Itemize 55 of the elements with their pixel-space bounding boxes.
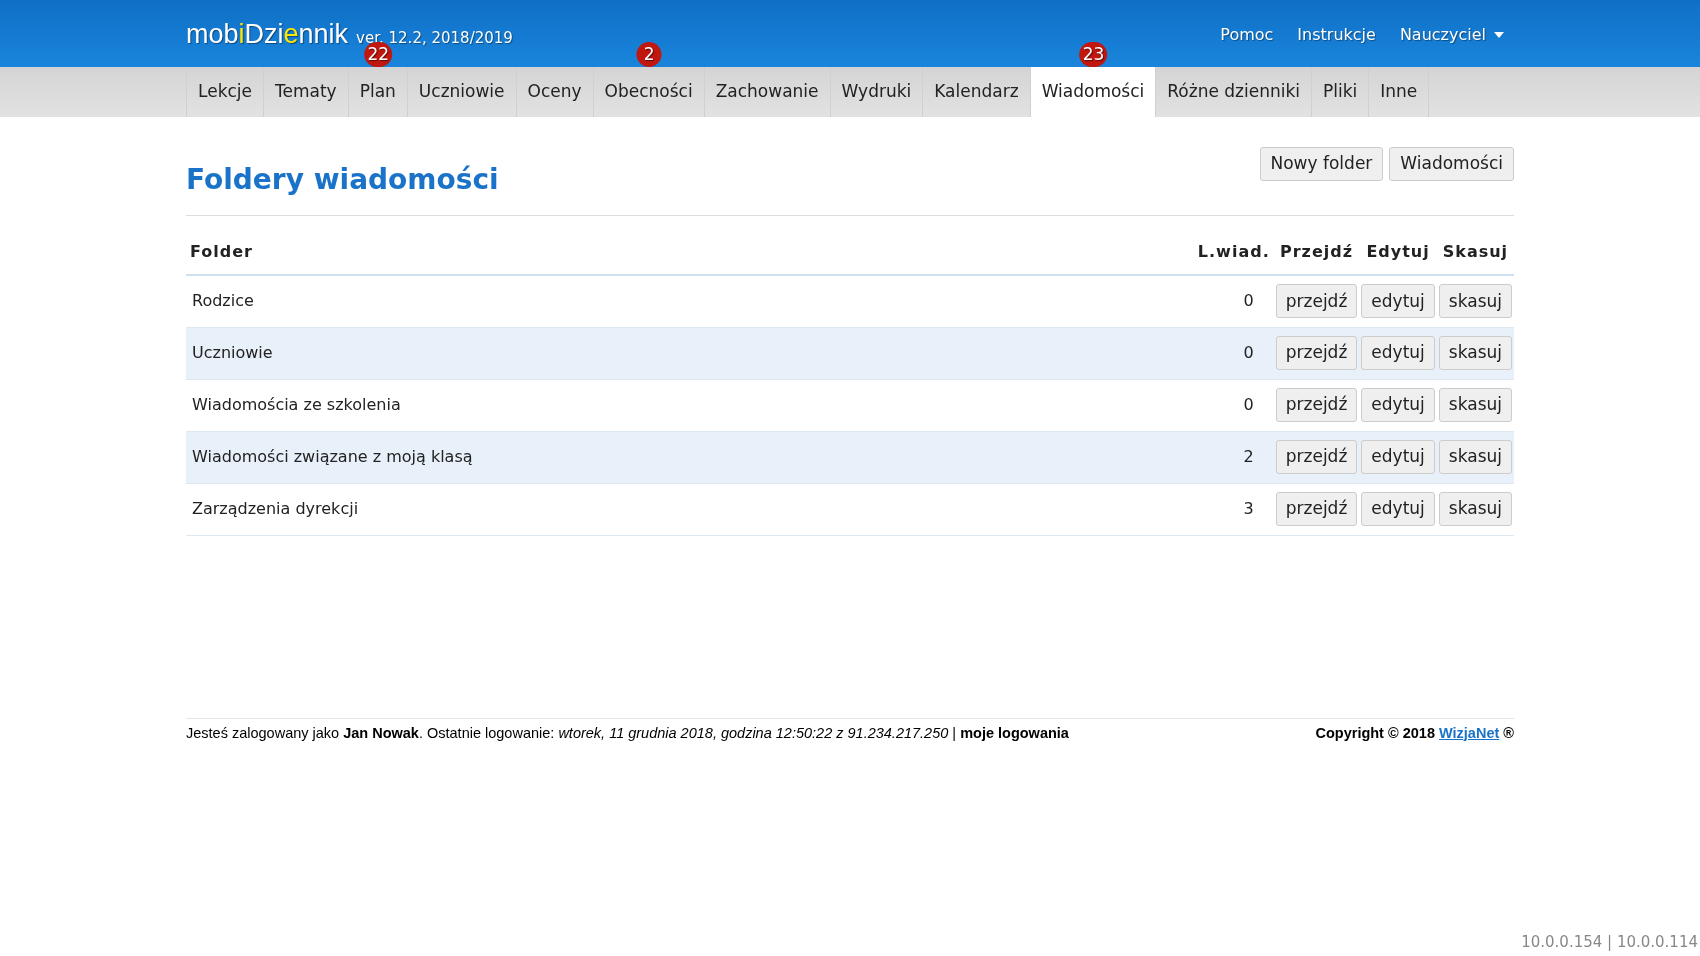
row-action-button[interactable]: przejdź — [1275, 440, 1358, 474]
company-link[interactable]: WizjaNet — [1439, 724, 1500, 741]
nav-tab[interactable]: Obecności — [593, 67, 705, 117]
user-menu[interactable]: Nauczyciel — [1399, 23, 1504, 47]
toolbar-button[interactable]: Wiadomości — [1389, 147, 1514, 181]
row-action-button[interactable]: przejdź — [1275, 492, 1358, 526]
row-action-button[interactable]: edytuj — [1361, 284, 1435, 319]
login-info-text: Jesteś zalogowany jako Jan Nowak. Ostatnie logowanie: wtorek, 11 grudnia 2018, godzina 12:50:22 z 91.234.217.250 | moje logowania — [186, 723, 1069, 743]
row-action-button[interactable]: skasuj — [1438, 336, 1512, 370]
message-count: 0 — [1243, 395, 1254, 414]
folder-name: Zarządzenia dyrekcji — [192, 499, 359, 518]
row-action-button[interactable]: edytuj — [1361, 336, 1435, 370]
message-count: 0 — [1243, 343, 1254, 362]
nav-tab[interactable]: Wiadomości — [1030, 67, 1157, 117]
row-action-button[interactable]: edytuj — [1361, 440, 1435, 474]
folder-name: Wiadomości związane z moją klasą — [192, 447, 473, 466]
folder-name: Wiadomościa ze szkolenia — [192, 395, 401, 414]
message-count: 0 — [1243, 291, 1254, 311]
row-action-button[interactable]: skasuj — [1438, 284, 1512, 319]
column-header: Edytuj — [1359, 230, 1437, 275]
column-header: L.wiad. — [1193, 230, 1274, 275]
caret-icon — [1494, 32, 1504, 38]
nav-tab[interactable]: Różne dzienniki — [1156, 67, 1313, 117]
nav-tab[interactable]: Inne — [1369, 67, 1430, 117]
toolbar-button[interactable]: Nowy folder — [1259, 147, 1384, 181]
server-info-text: 10.0.0.154 | 10.0.0.114 — [1521, 931, 1698, 953]
nav-tab[interactable]: Kalendarz — [923, 67, 1031, 117]
message-count: 2 — [1243, 447, 1254, 466]
row-action-button[interactable]: skasuj — [1438, 440, 1512, 474]
nav-tab[interactable]: Pliki — [1312, 67, 1370, 117]
nav-tab[interactable]: Oceny — [516, 67, 594, 117]
row-action-button[interactable]: edytuj — [1361, 492, 1435, 526]
row-action-button[interactable]: przejdź — [1275, 284, 1358, 319]
column-header: Folder — [186, 230, 1194, 275]
row-action-button[interactable]: edytuj — [1361, 388, 1435, 422]
row-action-button[interactable]: skasuj — [1438, 388, 1512, 422]
nav-tab[interactable]: Tematy — [264, 67, 349, 117]
header-link[interactable]: Instrukcje — [1297, 23, 1376, 47]
nav-tab[interactable]: Lekcje — [187, 67, 264, 117]
message-count: 3 — [1243, 499, 1254, 518]
page-title: Foldery wiadomości — [186, 162, 499, 198]
row-action-button[interactable]: przejdź — [1275, 388, 1358, 422]
nav-tab[interactable]: Uczniowie — [407, 67, 517, 117]
nav-tab[interactable]: Zachowanie — [704, 67, 831, 117]
row-action-button[interactable]: przejdź — [1275, 336, 1358, 370]
column-header: Skasuj — [1436, 230, 1514, 275]
copyright-text: Copyright © 2018 WizjaNet ® — [1315, 723, 1514, 743]
folder-name: Uczniowie — [192, 343, 273, 362]
header-link[interactable]: Pomoc — [1220, 23, 1274, 47]
nav-tab[interactable]: Plan — [348, 67, 408, 117]
logo[interactable]: mobiDziennik — [186, 20, 349, 48]
row-action-button[interactable]: skasuj — [1438, 492, 1512, 526]
nav-tab[interactable]: Wydruki — [830, 67, 924, 117]
column-header: Przejdź — [1273, 230, 1360, 275]
folder-name: Rodzice — [192, 291, 254, 311]
